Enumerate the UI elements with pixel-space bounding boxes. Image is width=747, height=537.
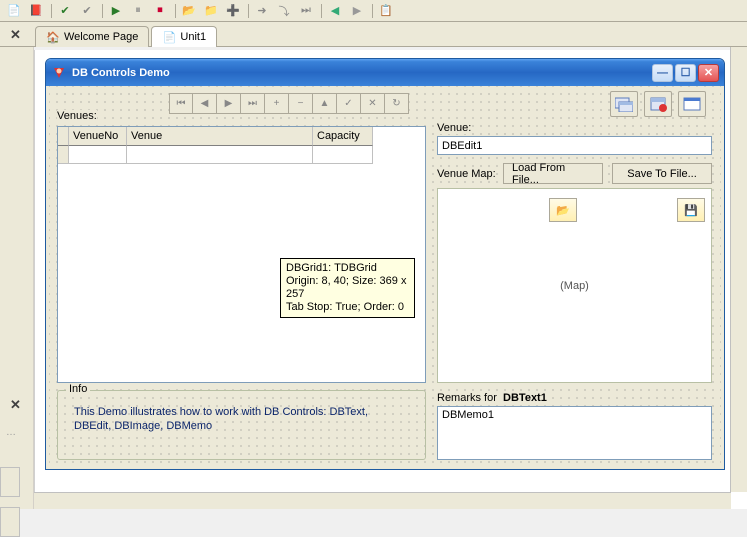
tb-btn-16[interactable]: 📋	[376, 2, 396, 20]
titlebar[interactable]: DB Controls Demo — ☐ ✕	[46, 59, 724, 86]
app-icon	[51, 65, 67, 81]
tb-btn-4[interactable]: ✔	[77, 2, 97, 20]
tab-welcome[interactable]: 🏠 Welcome Page	[35, 26, 149, 47]
grid-row-handle-header	[58, 127, 69, 146]
tb-btn-9[interactable]: 📁	[201, 2, 221, 20]
main-toolbar: 📄 📕 ✔ ✔ ▶ ⏸ ⏹ 📂 📁 ➕ ➜ ⤵ ⏭ ◀ ▶ 📋	[0, 0, 747, 22]
nav-last-icon[interactable]: ⏭	[241, 93, 265, 114]
maximize-button[interactable]: ☐	[675, 64, 696, 82]
save-to-file-button[interactable]: Save To File...	[612, 163, 712, 184]
load-from-file-button[interactable]: Load From File...	[503, 163, 603, 184]
nav-prior-icon[interactable]: ◀	[193, 93, 217, 114]
side-misc-icon: …	[6, 427, 16, 438]
grid-cell[interactable]	[313, 146, 373, 164]
grid-header-row: VenueNo Venue Capacity	[58, 127, 425, 146]
nav-refresh-icon[interactable]: ↻	[385, 93, 409, 114]
horizontal-scrollbar[interactable]	[34, 492, 731, 509]
tab-strip: ✕ 🏠 Welcome Page 📄 Unit1	[0, 22, 747, 47]
nav-edit-icon[interactable]: ▲	[313, 93, 337, 114]
tb-btn-8[interactable]: 📂	[179, 2, 199, 20]
side-panel: ✕ …	[0, 47, 34, 509]
grid-cell[interactable]	[127, 146, 313, 164]
tab-unit1[interactable]: 📄 Unit1	[151, 26, 217, 47]
tb-btn-11[interactable]: ➜	[252, 2, 272, 20]
component-icons	[610, 91, 706, 117]
info-groupbox: Info This Demo illustrates how to work w…	[57, 390, 426, 460]
grid-row[interactable]	[58, 146, 425, 164]
venue-edit[interactable]: DBEdit1	[437, 136, 712, 155]
grid-col-venue[interactable]: Venue	[127, 127, 313, 146]
venue-edit-text: DBEdit1	[442, 140, 482, 152]
remarks-prefix: Remarks for	[437, 392, 497, 404]
side-button-1[interactable]	[0, 467, 20, 497]
nav-post-icon[interactable]: ✓	[337, 93, 361, 114]
pause-icon[interactable]: ⏸	[128, 2, 148, 20]
grid-col-capacity[interactable]: Capacity	[313, 127, 373, 146]
vertical-scrollbar[interactable]	[730, 47, 747, 492]
close-tab-icon[interactable]: ✕	[10, 27, 21, 43]
dialog-component-icon[interactable]	[678, 91, 706, 117]
tb-btn-1[interactable]: 📄	[4, 2, 24, 20]
tb-btn-3[interactable]: ✔	[55, 2, 75, 20]
nav-first-icon[interactable]: ⏮	[169, 93, 193, 114]
info-text-line1: This Demo illustrates how to work with D…	[74, 405, 409, 419]
tb-btn-12[interactable]: ⤵	[274, 2, 294, 20]
nav-delete-icon[interactable]: −	[289, 93, 313, 114]
tb-btn-13[interactable]: ⏭	[296, 2, 316, 20]
tb-btn-2[interactable]: 📕	[26, 2, 46, 20]
info-group-label: Info	[66, 383, 90, 395]
designer-tooltip: DBGrid1: TDBGrid Origin: 8, 40; Size: 36…	[280, 258, 415, 318]
tab-welcome-label: Welcome Page	[64, 31, 138, 43]
unit-icon: 📄	[162, 30, 176, 44]
nav-cancel-icon[interactable]: ✕	[361, 93, 385, 114]
fwd-icon[interactable]: ▶	[347, 2, 367, 20]
minimize-button[interactable]: —	[652, 64, 673, 82]
db-navigator[interactable]: ⏮ ◀ ▶ ⏭ + − ▲ ✓ ✕ ↻	[169, 93, 409, 114]
run-icon[interactable]: ▶	[106, 2, 126, 20]
load-btn-label: Load From File...	[512, 162, 594, 186]
save-btn-label: Save To File...	[627, 168, 697, 180]
side-button-2[interactable]	[0, 507, 20, 537]
grid-cell[interactable]	[69, 146, 127, 164]
venue-map-label: Venue Map:	[437, 168, 496, 180]
memo-text: DBMemo1	[442, 409, 494, 421]
venue-label: Venue:	[437, 122, 471, 134]
remarks-label: Remarks for DBText1	[437, 392, 547, 404]
remarks-dbtext: DBText1	[503, 392, 547, 404]
table-component-icon[interactable]	[610, 91, 638, 117]
tb-btn-10[interactable]: ➕	[223, 2, 243, 20]
save-picture-dialog-icon[interactable]: 💾	[677, 198, 705, 222]
open-picture-dialog-icon[interactable]: 📂	[549, 198, 577, 222]
info-text-line2: DBEdit, DBImage, DBMemo	[74, 419, 409, 433]
nav-next-icon[interactable]: ▶	[217, 93, 241, 114]
map-placeholder-text: (Map)	[560, 280, 589, 292]
side-close-icon[interactable]: ✕	[10, 397, 21, 413]
datasource-component-icon[interactable]	[644, 91, 672, 117]
grid-row-handle[interactable]	[58, 146, 69, 164]
dbmemo[interactable]: DBMemo1	[437, 406, 712, 460]
back-icon[interactable]: ◀	[325, 2, 345, 20]
home-icon: 🏠	[46, 30, 60, 44]
stop-icon[interactable]: ⏹	[150, 2, 170, 20]
close-button[interactable]: ✕	[698, 64, 719, 82]
tooltip-line1: DBGrid1: TDBGrid	[286, 262, 409, 275]
db-grid[interactable]: VenueNo Venue Capacity	[57, 126, 426, 383]
window-title: DB Controls Demo	[72, 67, 652, 79]
nav-insert-icon[interactable]: +	[265, 93, 289, 114]
venues-label: Venues:	[57, 110, 97, 122]
tooltip-line2: Origin: 8, 40; Size: 369 x 257	[286, 275, 409, 301]
tab-unit1-label: Unit1	[180, 31, 206, 43]
design-surface: DB Controls Demo — ☐ ✕ ⏮ ◀ ▶ ⏭ + − ▲ ✓ ✕…	[34, 50, 747, 509]
tooltip-line3: Tab Stop: True; Order: 0	[286, 301, 409, 314]
grid-col-venueno[interactable]: VenueNo	[69, 127, 127, 146]
